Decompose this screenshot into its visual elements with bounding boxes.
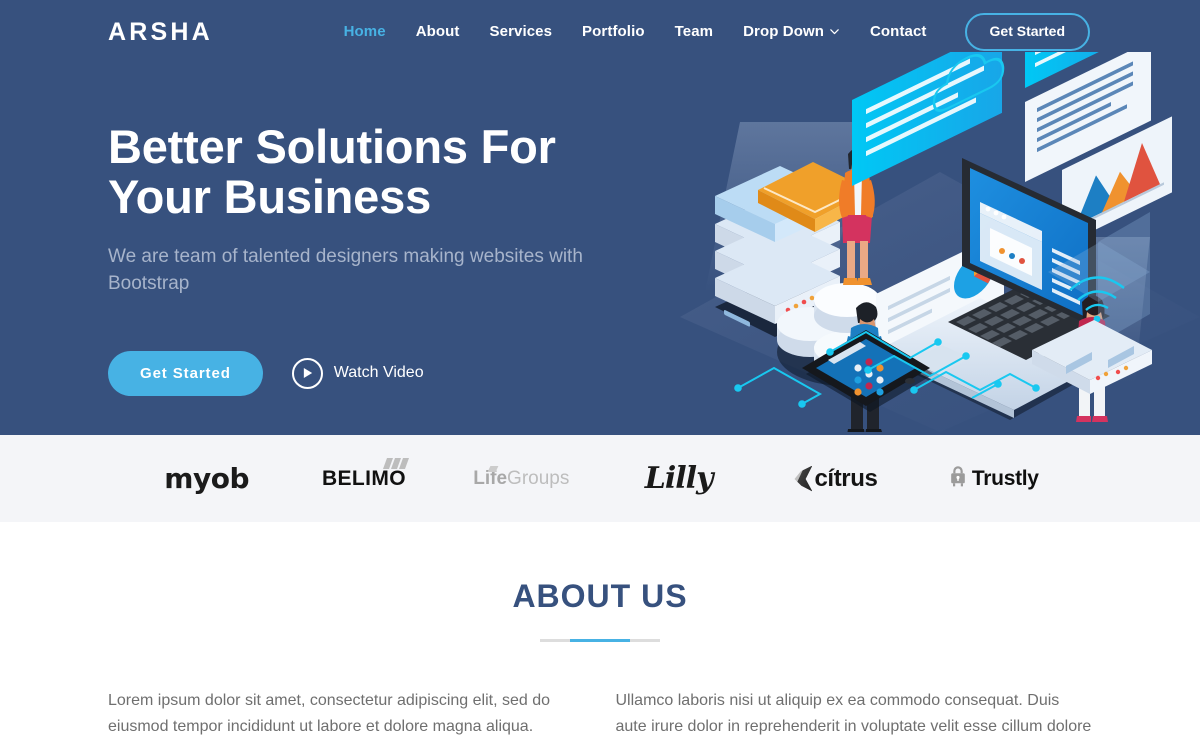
section-divider <box>540 639 660 642</box>
citrus-logo-text: cítrus <box>814 464 878 492</box>
belimo-logo: BELIMO <box>321 457 410 491</box>
client-logo-lifegroups[interactable]: LifeGroups <box>443 435 600 522</box>
hero-section: ARSHA Home About Services Portfolio Team… <box>0 0 1200 435</box>
nav-link-dropdown[interactable]: Drop Down <box>743 23 840 40</box>
about-lead-text: Lorem ipsum dolor sit amet, consectetur … <box>108 692 550 735</box>
play-icon <box>291 357 323 389</box>
hero-content: Better Solutions For Your Business We ar… <box>0 64 1200 396</box>
hero-actions: Get Started Watch Video <box>108 350 613 396</box>
hero-title-line-1: Better Solutions For <box>108 120 556 173</box>
nav-link-home[interactable]: Home <box>344 23 386 40</box>
watch-video-label: Watch Video <box>333 364 424 382</box>
trustly-logo: Trustly <box>948 465 1039 492</box>
client-logo-citrus[interactable]: cítrus <box>757 435 914 522</box>
nav-link-services[interactable]: Services <box>490 23 553 40</box>
watch-video-button[interactable]: Watch Video <box>291 357 424 389</box>
main-navbar: ARSHA Home About Services Portfolio Team… <box>0 0 1200 64</box>
nav-link-contact[interactable]: Contact <box>870 23 927 40</box>
about-paragraph: Ullamco laboris nisi ut aliquip ex ea co… <box>615 692 1092 735</box>
nav-item-home[interactable]: Home <box>329 23 401 41</box>
client-logo-belimo[interactable]: BELIMO <box>285 435 442 522</box>
nav-link-dropdown-label: Drop Down <box>743 22 824 40</box>
lifegroups-logo: LifeGroups <box>473 465 570 490</box>
site-logo[interactable]: ARSHA <box>108 19 213 45</box>
trustly-logo-text: Trustly <box>971 466 1039 490</box>
about-section-header: About Us <box>0 580 1200 642</box>
lilly-logo: Lilly <box>644 461 714 496</box>
nav-link-portfolio[interactable]: Portfolio <box>582 23 645 40</box>
client-logo-myob[interactable]: myob <box>128 435 285 522</box>
nav-link-team[interactable]: Team <box>675 23 713 40</box>
nav-item-cta: Get Started <box>942 13 1090 51</box>
citrus-logo: cítrus <box>794 464 878 493</box>
belimo-logo-text: BELIMO <box>321 466 407 490</box>
about-section: About Us Lorem ipsum dolor sit amet, con… <box>0 522 1200 736</box>
nav-item-about[interactable]: About <box>401 23 475 41</box>
nav-item-dropdown[interactable]: Drop Down <box>728 23 855 41</box>
about-body: Lorem ipsum dolor sit amet, consectetur … <box>0 642 1200 736</box>
nav-get-started-button[interactable]: Get Started <box>964 13 1090 51</box>
trustly-lock-icon <box>948 465 968 492</box>
client-logo-lilly[interactable]: Lilly <box>600 435 757 522</box>
nav-menu: Home About Services Portfolio Team Drop … <box>329 13 1090 51</box>
nav-item-services[interactable]: Services <box>475 23 568 41</box>
hero-subtitle: We are team of talented designers making… <box>108 245 583 294</box>
nav-link-about[interactable]: About <box>416 23 460 40</box>
citrus-mark-icon <box>794 465 813 492</box>
about-right-column: Ullamco laboris nisi ut aliquip ex ea co… <box>616 688 1093 736</box>
hero-copy: Better Solutions For Your Business We ar… <box>108 64 613 396</box>
nav-item-team[interactable]: Team <box>660 23 728 41</box>
belimo-slash-icon <box>383 457 410 469</box>
lifegroups-logo-part2: Groups <box>507 467 570 489</box>
hero-title-line-2: Your Business <box>108 169 432 223</box>
client-logo-trustly[interactable]: Trustly <box>915 435 1072 522</box>
hero-title: Better Solutions For Your Business <box>108 122 613 222</box>
chevron-down-icon <box>829 26 840 37</box>
hero-get-started-button[interactable]: Get Started <box>108 350 263 396</box>
nav-item-portfolio[interactable]: Portfolio <box>567 23 660 41</box>
about-title: About Us <box>512 578 688 614</box>
nav-item-contact[interactable]: Contact <box>855 23 942 41</box>
myob-logo: myob <box>164 462 250 495</box>
about-left-column: Lorem ipsum dolor sit amet, consectetur … <box>108 688 585 736</box>
clients-section: myob BELIMO LifeGroups Lilly cítrus Trus… <box>0 435 1200 522</box>
